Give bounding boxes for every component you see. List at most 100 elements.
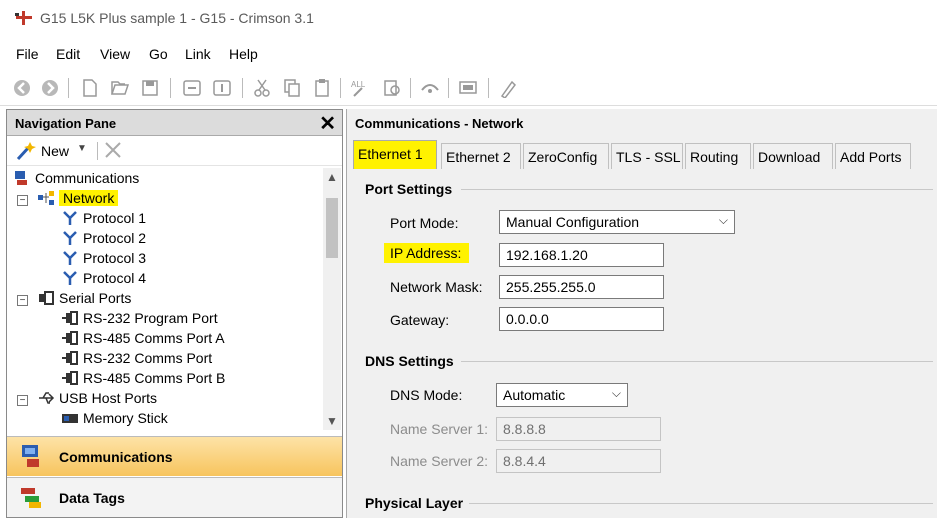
tree-label: Serial Ports	[59, 290, 132, 306]
translate-icon[interactable]	[498, 78, 518, 98]
back-icon[interactable]	[12, 78, 32, 98]
replace-icon[interactable]	[382, 78, 402, 98]
menu-file[interactable]: File	[16, 46, 39, 62]
dns-settings-heading: DNS Settings	[365, 353, 454, 369]
tab-add-ports[interactable]: Add Ports	[835, 143, 911, 169]
tree-label: Memory Stick	[83, 410, 168, 426]
protocol-icon	[63, 271, 77, 285]
network-mask-field[interactable]: 255.255.255.0	[499, 275, 664, 299]
serial-port-icon	[62, 311, 78, 325]
name-server-1-label: Name Server 1:	[390, 421, 489, 437]
name-server-2-field[interactable]: 8.8.4.4	[496, 449, 661, 473]
navigation-pane-header: Navigation Pane ✕	[7, 110, 342, 136]
tree-label: Protocol 2	[83, 230, 147, 246]
protocol-icon	[63, 211, 77, 225]
serial-ports-icon	[39, 291, 54, 305]
forward-icon[interactable]	[40, 78, 60, 98]
tree-item-serial-ports[interactable]: Serial Ports	[37, 290, 131, 310]
memory-stick-icon	[62, 414, 78, 423]
tab-routing[interactable]: Routing	[685, 143, 751, 169]
scroll-up-icon[interactable]: ▲	[326, 170, 338, 184]
section-data-tags-button[interactable]: Data Tags	[7, 477, 342, 517]
copy-icon[interactable]	[282, 78, 302, 98]
scroll-thumb[interactable]	[326, 198, 338, 258]
menu-go[interactable]: Go	[149, 46, 168, 62]
collapse-toggle[interactable]: −	[17, 295, 28, 306]
tree-item-protocol-2[interactable]: Protocol 2	[61, 230, 146, 250]
crimson-app-icon	[15, 11, 32, 25]
tree-label: RS-485 Comms Port A	[83, 330, 225, 346]
link-icon[interactable]	[420, 78, 440, 98]
scroll-down-icon[interactable]: ▼	[326, 414, 338, 428]
tree-item-usb-host-ports[interactable]: USB Host Ports	[37, 390, 157, 410]
section-label: Data Tags	[59, 490, 125, 506]
dropdown-arrow-icon: ▼	[77, 143, 87, 154]
tab-ethernet-2[interactable]: Ethernet 2	[441, 143, 521, 169]
tree-item-network[interactable]: Network	[37, 190, 119, 210]
paste-icon[interactable]	[312, 78, 332, 98]
collapse-toggle[interactable]: −	[17, 195, 28, 206]
communications-icon	[15, 171, 27, 185]
port-mode-value: Manual Configuration	[506, 214, 640, 230]
new-file-icon[interactable]	[80, 78, 100, 98]
section-communications-button[interactable]: Communications	[7, 436, 342, 476]
ip-address-field[interactable]: 192.168.1.20	[499, 243, 664, 267]
tree-item-protocol-4[interactable]: Protocol 4	[61, 270, 146, 290]
tree-item-protocol-3[interactable]: Protocol 3	[61, 250, 146, 270]
panel-title: Communications - Network	[355, 116, 524, 131]
collapse-toggle[interactable]: −	[17, 395, 28, 406]
menu-edit[interactable]: Edit	[56, 46, 80, 62]
navigation-tree: Communications − Network Protocol 1 Prot…	[7, 168, 322, 428]
tree-label: Protocol 3	[83, 250, 147, 266]
tree-item-memory-stick[interactable]: Memory Stick	[61, 410, 168, 428]
new-wand-icon	[16, 142, 36, 161]
cut-icon[interactable]	[252, 78, 272, 98]
tree-label: RS-485 Comms Port B	[83, 370, 226, 386]
tab-download[interactable]: Download	[753, 143, 833, 169]
tree-label: USB Host Ports	[59, 390, 158, 406]
tree-item-rs232-comms-port[interactable]: RS-232 Comms Port	[61, 350, 212, 370]
name-server-2-label: Name Server 2:	[390, 453, 489, 469]
serial-port-icon	[62, 351, 78, 365]
chevron-down-icon: ⌵	[718, 213, 728, 227]
dns-mode-select[interactable]: Automatic ⌵	[496, 383, 628, 407]
protocol-icon	[63, 251, 77, 265]
open-icon[interactable]	[110, 78, 130, 98]
tree-label: RS-232 Program Port	[83, 310, 218, 326]
menu-link[interactable]: Link	[185, 46, 211, 62]
tab-tls-ssl[interactable]: TLS - SSL	[611, 143, 683, 169]
find-icon[interactable]: ALL	[350, 78, 370, 98]
tree-item-rs485-comms-port-a[interactable]: RS-485 Comms Port A	[61, 330, 225, 350]
delete-icon[interactable]	[103, 140, 123, 160]
port-mode-label: Port Mode:	[390, 215, 459, 231]
tab-ethernet-1[interactable]: Ethernet 1	[353, 140, 437, 169]
save-icon[interactable]	[140, 78, 160, 98]
navigation-pane-title: Navigation Pane	[15, 116, 117, 131]
section-label: Communications	[59, 449, 173, 465]
name-server-1-field[interactable]: 8.8.8.8	[496, 417, 661, 441]
network-icon	[38, 191, 54, 205]
port-mode-select[interactable]: Manual Configuration ⌵	[499, 210, 735, 234]
navigation-pane: Navigation Pane ✕ New ▼ Communications −…	[6, 109, 343, 518]
tab-zeroconfig[interactable]: ZeroConfig	[523, 143, 609, 169]
menu-help[interactable]: Help	[229, 46, 258, 62]
serial-port-icon	[62, 331, 78, 345]
menu-bar: File Edit View Go Link Help	[0, 38, 937, 70]
svg-text:ALL: ALL	[351, 80, 366, 89]
tree-item-protocol-1[interactable]: Protocol 1	[61, 210, 146, 230]
gateway-field[interactable]: 0.0.0.0	[499, 307, 664, 331]
menu-view[interactable]: View	[100, 46, 130, 62]
undo-icon[interactable]	[182, 78, 202, 98]
tree-item-rs485-comms-port-b[interactable]: RS-485 Comms Port B	[61, 370, 225, 390]
physical-layer-heading: Physical Layer	[365, 495, 464, 511]
network-mask-label: Network Mask:	[390, 279, 483, 295]
close-pane-icon[interactable]: ✕	[319, 111, 336, 136]
navigation-toolbar: New ▼	[7, 136, 342, 166]
monitor-icon[interactable]	[458, 78, 478, 98]
new-item-button[interactable]: New ▼	[15, 141, 95, 161]
tree-item-communications[interactable]: Communications	[13, 170, 139, 190]
tree-scrollbar[interactable]: ▲ ▼	[323, 168, 341, 430]
redo-icon[interactable]	[212, 78, 232, 98]
new-item-label: New	[41, 143, 70, 159]
tree-item-rs232-program-port[interactable]: RS-232 Program Port	[61, 310, 218, 330]
